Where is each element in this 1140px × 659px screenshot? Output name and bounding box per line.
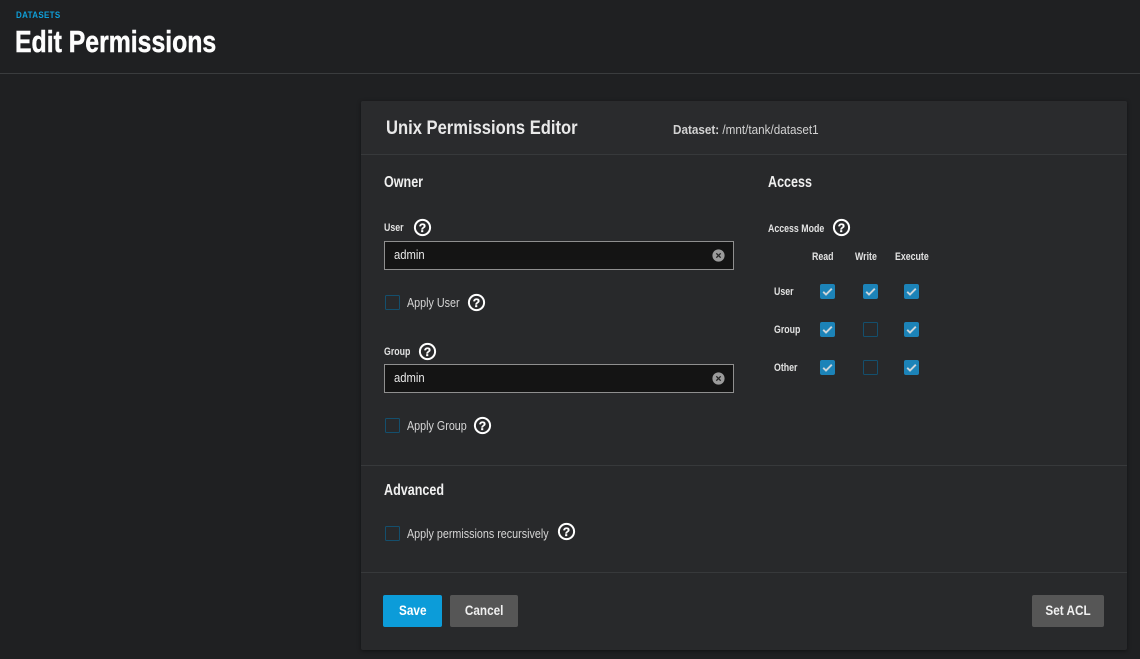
svg-text:?: ? — [473, 295, 480, 309]
svg-text:?: ? — [838, 221, 845, 235]
svg-text:?: ? — [424, 345, 431, 359]
svg-text:?: ? — [479, 418, 486, 432]
svg-text:?: ? — [419, 221, 426, 235]
svg-text:?: ? — [563, 524, 570, 538]
